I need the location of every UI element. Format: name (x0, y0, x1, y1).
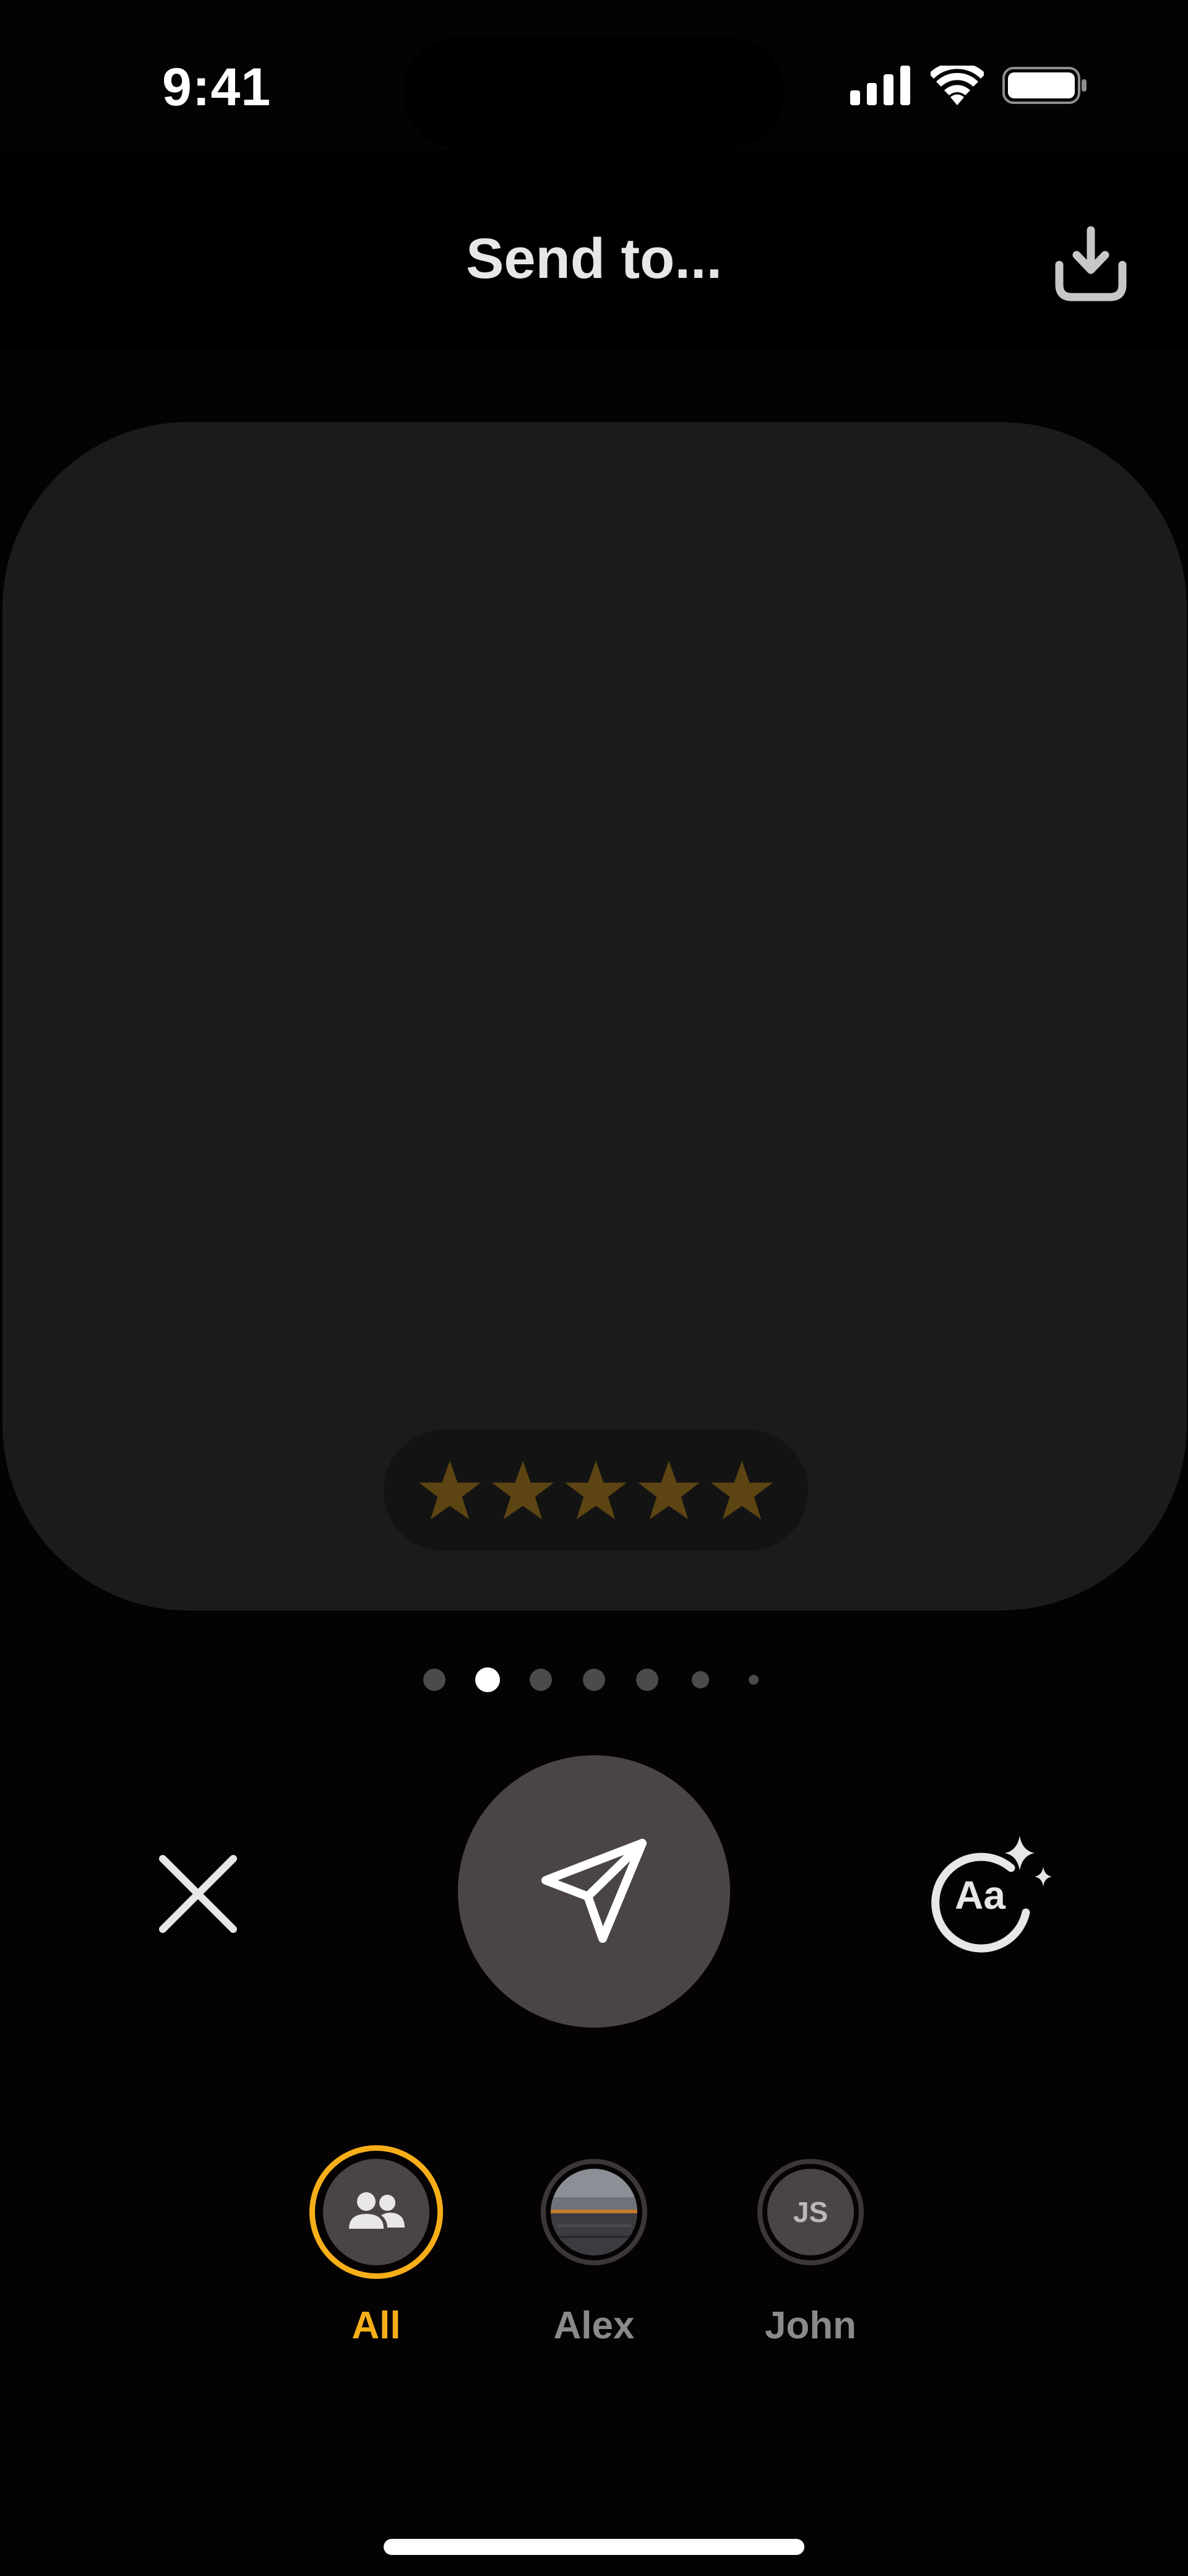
battery-icon (1002, 67, 1087, 104)
page-dot[interactable] (423, 1669, 446, 1691)
header-bar: Send to... (0, 151, 1188, 349)
avatar-ring (541, 2159, 647, 2265)
star-icon[interactable] (491, 1458, 555, 1523)
star-icon[interactable] (418, 1458, 482, 1523)
text-style-label: Aa (955, 1873, 1005, 1917)
recipient-label: John (764, 2304, 857, 2347)
download-icon (1055, 226, 1127, 301)
recipient-all[interactable]: All (308, 2145, 444, 2348)
text-style-button[interactable]: Aa (921, 1826, 1057, 1962)
status-bar: 9:41 (0, 0, 1188, 149)
group-icon (349, 2192, 405, 2229)
recipient-label: All (351, 2304, 401, 2347)
home-indicator (384, 2539, 804, 2555)
recipient-alex[interactable]: Alex (526, 2159, 662, 2348)
cellular-signal-icon (850, 66, 910, 105)
page-dot[interactable] (583, 1669, 605, 1691)
star-icon[interactable] (564, 1458, 628, 1523)
wifi-icon (931, 66, 984, 105)
star-icon[interactable] (710, 1458, 774, 1523)
preview-card (2, 422, 1187, 1610)
avatar (551, 2169, 637, 2255)
avatar-ring: JS (757, 2159, 864, 2265)
recipient-label: Alex (553, 2304, 635, 2347)
star-icon[interactable] (637, 1458, 701, 1523)
page-dot[interactable] (530, 1669, 552, 1691)
star-rating[interactable] (384, 1430, 808, 1551)
avatar-ring-selected (309, 2145, 443, 2279)
avatar-photo-image (551, 2169, 637, 2255)
page-dot[interactable] (692, 1671, 709, 1688)
share-screen: 9:41 Send to... Aa All Alex JS John (0, 0, 1188, 2576)
text-style-sparkle-icon: Aa (931, 1836, 1052, 1953)
page-dot-active[interactable] (475, 1667, 500, 1692)
dynamic-island (403, 37, 785, 149)
page-dot[interactable] (636, 1669, 658, 1691)
avatar-initials: JS (767, 2169, 854, 2255)
download-button[interactable] (1046, 219, 1136, 309)
page-indicator (0, 1667, 1188, 1692)
page-dot[interactable] (749, 1675, 759, 1685)
page-title: Send to... (466, 227, 722, 290)
recipient-john[interactable]: JS John (742, 2159, 879, 2348)
send-button[interactable] (458, 1755, 730, 2028)
close-icon (159, 1855, 237, 1933)
status-icons (850, 66, 1089, 105)
avatar (323, 2159, 429, 2265)
close-button[interactable] (148, 1844, 248, 1943)
send-icon (541, 1839, 647, 1943)
status-time: 9:41 (162, 58, 272, 117)
